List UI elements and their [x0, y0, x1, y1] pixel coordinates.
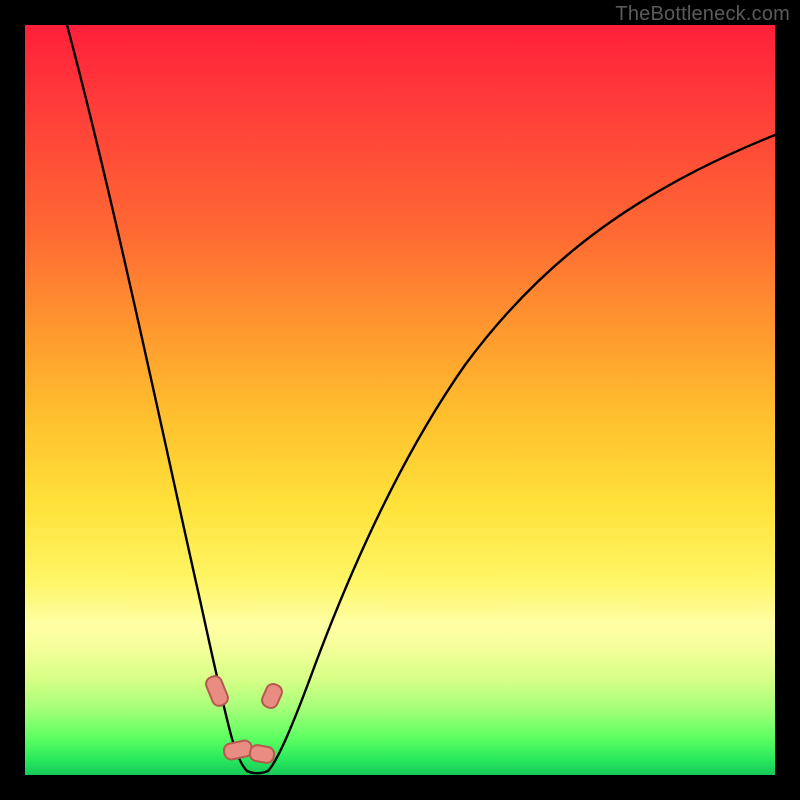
plot-area [25, 25, 775, 775]
attribution-text: TheBottleneck.com [615, 3, 790, 26]
outer-frame: TheBottleneck.com [0, 0, 800, 800]
bottleneck-curve [25, 25, 775, 775]
